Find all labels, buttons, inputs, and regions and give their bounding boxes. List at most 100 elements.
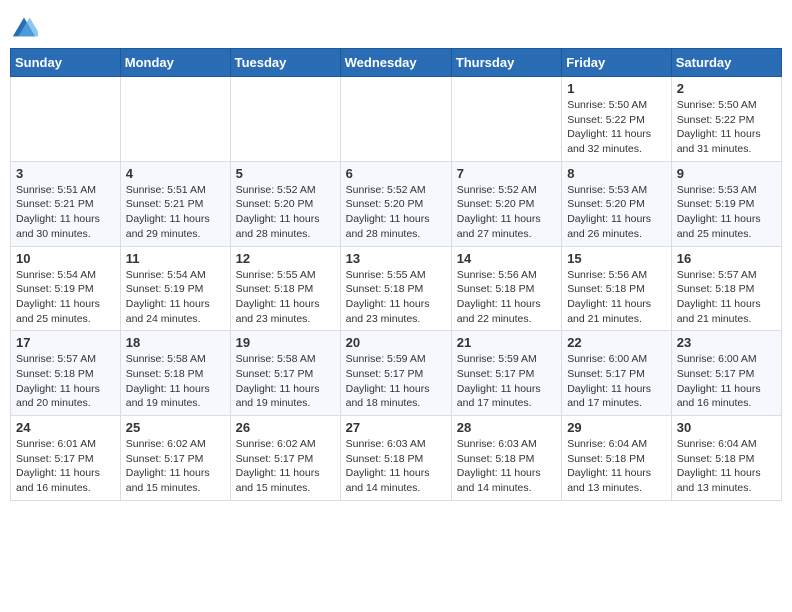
calendar-cell: 3Sunrise: 5:51 AM Sunset: 5:21 PM Daylig… bbox=[11, 161, 121, 246]
day-info: Sunrise: 5:54 AM Sunset: 5:19 PM Dayligh… bbox=[16, 268, 115, 327]
calendar-cell: 5 Sunrise: 5:52 AM Sunset: 5:20 PM Daylig… bbox=[230, 161, 340, 246]
calendar-cell bbox=[340, 77, 451, 162]
calendar-cell: 26 Sunrise: 6:02 AM Sunset: 5:17 PM Dayli… bbox=[230, 416, 340, 501]
day-number: 17 bbox=[16, 335, 115, 350]
day-number: 28 bbox=[457, 420, 556, 435]
day-info: Sunrise: 5:55 AM Sunset: 5:18 PM Dayligh… bbox=[236, 268, 335, 327]
weekday-header-saturday: Saturday bbox=[671, 49, 781, 77]
calendar-cell: 20 Sunrise: 5:59 AM Sunset: 5:17 PM Dayli… bbox=[340, 331, 451, 416]
day-info: Sunrise: 5:57 AM Sunset: 5:18 PM Dayligh… bbox=[677, 268, 776, 327]
day-number: 13 bbox=[346, 251, 446, 266]
day-info: Sunrise: 5:57 AM Sunset: 5:18 PM Dayligh… bbox=[16, 352, 115, 411]
calendar-cell: 14 Sunrise: 5:56 AM Sunset: 5:18 PM Dayli… bbox=[451, 246, 561, 331]
day-number: 5 bbox=[236, 166, 335, 181]
calendar-cell: 4Sunrise: 5:51 AM Sunset: 5:21 PM Daylig… bbox=[120, 161, 230, 246]
calendar-cell: 7 Sunrise: 5:52 AM Sunset: 5:20 PM Daylig… bbox=[451, 161, 561, 246]
weekday-header-friday: Friday bbox=[562, 49, 672, 77]
day-number: 22 bbox=[567, 335, 666, 350]
calendar-cell: 25 Sunrise: 6:02 AM Sunset: 5:17 PM Dayli… bbox=[120, 416, 230, 501]
day-info: Sunrise: 5:56 AM Sunset: 5:18 PM Dayligh… bbox=[567, 268, 666, 327]
day-number: 7 bbox=[457, 166, 556, 181]
weekday-header-monday: Monday bbox=[120, 49, 230, 77]
day-number: 15 bbox=[567, 251, 666, 266]
calendar-cell: 8 Sunrise: 5:53 AM Sunset: 5:20 PM Daylig… bbox=[562, 161, 672, 246]
calendar-cell bbox=[11, 77, 121, 162]
calendar-cell bbox=[230, 77, 340, 162]
day-info: Sunrise: 6:00 AM Sunset: 5:17 PM Dayligh… bbox=[567, 352, 666, 411]
day-info: Sunrise: 6:04 AM Sunset: 5:18 PM Dayligh… bbox=[677, 437, 776, 496]
day-number: 2 bbox=[677, 81, 776, 96]
calendar-cell: 10 Sunrise: 5:54 AM Sunset: 5:19 PM Dayli… bbox=[11, 246, 121, 331]
logo bbox=[10, 14, 42, 42]
day-number: 30 bbox=[677, 420, 776, 435]
calendar-table: SundayMondayTuesdayWednesdayThursdayFrid… bbox=[10, 48, 782, 501]
day-number: 18 bbox=[126, 335, 225, 350]
day-info: Sunrise: 5:59 AM Sunset: 5:17 PM Dayligh… bbox=[457, 352, 556, 411]
day-info: Sunrise: 5:53 AM Sunset: 5:19 PM Dayligh… bbox=[677, 183, 776, 242]
day-number: 21 bbox=[457, 335, 556, 350]
calendar-cell: 1Sunrise: 5:50 AM Sunset: 5:22 PM Daylig… bbox=[562, 77, 672, 162]
day-info: Sunrise: 6:03 AM Sunset: 5:18 PM Dayligh… bbox=[457, 437, 556, 496]
day-number: 20 bbox=[346, 335, 446, 350]
day-number: 16 bbox=[677, 251, 776, 266]
calendar-cell: 27 Sunrise: 6:03 AM Sunset: 5:18 PM Dayli… bbox=[340, 416, 451, 501]
day-number: 29 bbox=[567, 420, 666, 435]
day-info: Sunrise: 5:55 AM Sunset: 5:18 PM Dayligh… bbox=[346, 268, 446, 327]
day-info: Sunrise: 5:58 AM Sunset: 5:17 PM Dayligh… bbox=[236, 352, 335, 411]
day-info: Sunrise: 6:03 AM Sunset: 5:18 PM Dayligh… bbox=[346, 437, 446, 496]
calendar-week-5: 24Sunrise: 6:01 AM Sunset: 5:17 PM Dayli… bbox=[11, 416, 782, 501]
day-info: Sunrise: 5:58 AM Sunset: 5:18 PM Dayligh… bbox=[126, 352, 225, 411]
day-info: Sunrise: 6:02 AM Sunset: 5:17 PM Dayligh… bbox=[236, 437, 335, 496]
day-info: Sunrise: 5:50 AM Sunset: 5:22 PM Dayligh… bbox=[677, 98, 776, 157]
day-number: 4 bbox=[126, 166, 225, 181]
calendar-cell bbox=[451, 77, 561, 162]
calendar-cell: 2 Sunrise: 5:50 AM Sunset: 5:22 PM Daylig… bbox=[671, 77, 781, 162]
calendar-cell: 21 Sunrise: 5:59 AM Sunset: 5:17 PM Dayli… bbox=[451, 331, 561, 416]
day-info: Sunrise: 5:52 AM Sunset: 5:20 PM Dayligh… bbox=[236, 183, 335, 242]
day-number: 1 bbox=[567, 81, 666, 96]
weekday-header-sunday: Sunday bbox=[11, 49, 121, 77]
weekday-header-tuesday: Tuesday bbox=[230, 49, 340, 77]
day-info: Sunrise: 5:52 AM Sunset: 5:20 PM Dayligh… bbox=[457, 183, 556, 242]
day-number: 11 bbox=[126, 251, 225, 266]
calendar-cell: 16 Sunrise: 5:57 AM Sunset: 5:18 PM Dayli… bbox=[671, 246, 781, 331]
calendar-week-2: 3Sunrise: 5:51 AM Sunset: 5:21 PM Daylig… bbox=[11, 161, 782, 246]
day-number: 25 bbox=[126, 420, 225, 435]
calendar-cell: 9 Sunrise: 5:53 AM Sunset: 5:19 PM Daylig… bbox=[671, 161, 781, 246]
day-number: 10 bbox=[16, 251, 115, 266]
day-number: 19 bbox=[236, 335, 335, 350]
calendar-cell: 29 Sunrise: 6:04 AM Sunset: 5:18 PM Dayli… bbox=[562, 416, 672, 501]
calendar-week-4: 17 Sunrise: 5:57 AM Sunset: 5:18 PM Dayli… bbox=[11, 331, 782, 416]
day-number: 14 bbox=[457, 251, 556, 266]
calendar-cell: 24Sunrise: 6:01 AM Sunset: 5:17 PM Dayli… bbox=[11, 416, 121, 501]
calendar-cell: 15 Sunrise: 5:56 AM Sunset: 5:18 PM Dayli… bbox=[562, 246, 672, 331]
calendar-cell: 18 Sunrise: 5:58 AM Sunset: 5:18 PM Dayli… bbox=[120, 331, 230, 416]
calendar-cell: 23 Sunrise: 6:00 AM Sunset: 5:17 PM Dayli… bbox=[671, 331, 781, 416]
weekday-header-wednesday: Wednesday bbox=[340, 49, 451, 77]
day-info: Sunrise: 6:02 AM Sunset: 5:17 PM Dayligh… bbox=[126, 437, 225, 496]
day-info: Sunrise: 5:59 AM Sunset: 5:17 PM Dayligh… bbox=[346, 352, 446, 411]
weekday-header-thursday: Thursday bbox=[451, 49, 561, 77]
calendar-cell: 17 Sunrise: 5:57 AM Sunset: 5:18 PM Dayli… bbox=[11, 331, 121, 416]
day-number: 26 bbox=[236, 420, 335, 435]
day-info: Sunrise: 5:52 AM Sunset: 5:20 PM Dayligh… bbox=[346, 183, 446, 242]
calendar-cell: 19 Sunrise: 5:58 AM Sunset: 5:17 PM Dayli… bbox=[230, 331, 340, 416]
calendar-header-row: SundayMondayTuesdayWednesdayThursdayFrid… bbox=[11, 49, 782, 77]
day-number: 27 bbox=[346, 420, 446, 435]
day-number: 8 bbox=[567, 166, 666, 181]
day-number: 3 bbox=[16, 166, 115, 181]
day-info: Sunrise: 6:04 AM Sunset: 5:18 PM Dayligh… bbox=[567, 437, 666, 496]
day-number: 9 bbox=[677, 166, 776, 181]
calendar-cell: 6Sunrise: 5:52 AM Sunset: 5:20 PM Daylig… bbox=[340, 161, 451, 246]
day-info: Sunrise: 5:56 AM Sunset: 5:18 PM Dayligh… bbox=[457, 268, 556, 327]
calendar-week-3: 10 Sunrise: 5:54 AM Sunset: 5:19 PM Dayli… bbox=[11, 246, 782, 331]
calendar-cell bbox=[120, 77, 230, 162]
calendar-cell: 28 Sunrise: 6:03 AM Sunset: 5:18 PM Dayli… bbox=[451, 416, 561, 501]
day-info: Sunrise: 6:00 AM Sunset: 5:17 PM Dayligh… bbox=[677, 352, 776, 411]
day-number: 23 bbox=[677, 335, 776, 350]
calendar-cell: 30 Sunrise: 6:04 AM Sunset: 5:18 PM Dayli… bbox=[671, 416, 781, 501]
calendar-cell: 22 Sunrise: 6:00 AM Sunset: 5:17 PM Dayli… bbox=[562, 331, 672, 416]
calendar-week-1: 1 Sunrise: 5:50 AM Sunset: 5:22 PM Daylig… bbox=[11, 77, 782, 162]
day-info: Sunrise: 5:53 AM Sunset: 5:20 PM Dayligh… bbox=[567, 183, 666, 242]
day-number: 12 bbox=[236, 251, 335, 266]
